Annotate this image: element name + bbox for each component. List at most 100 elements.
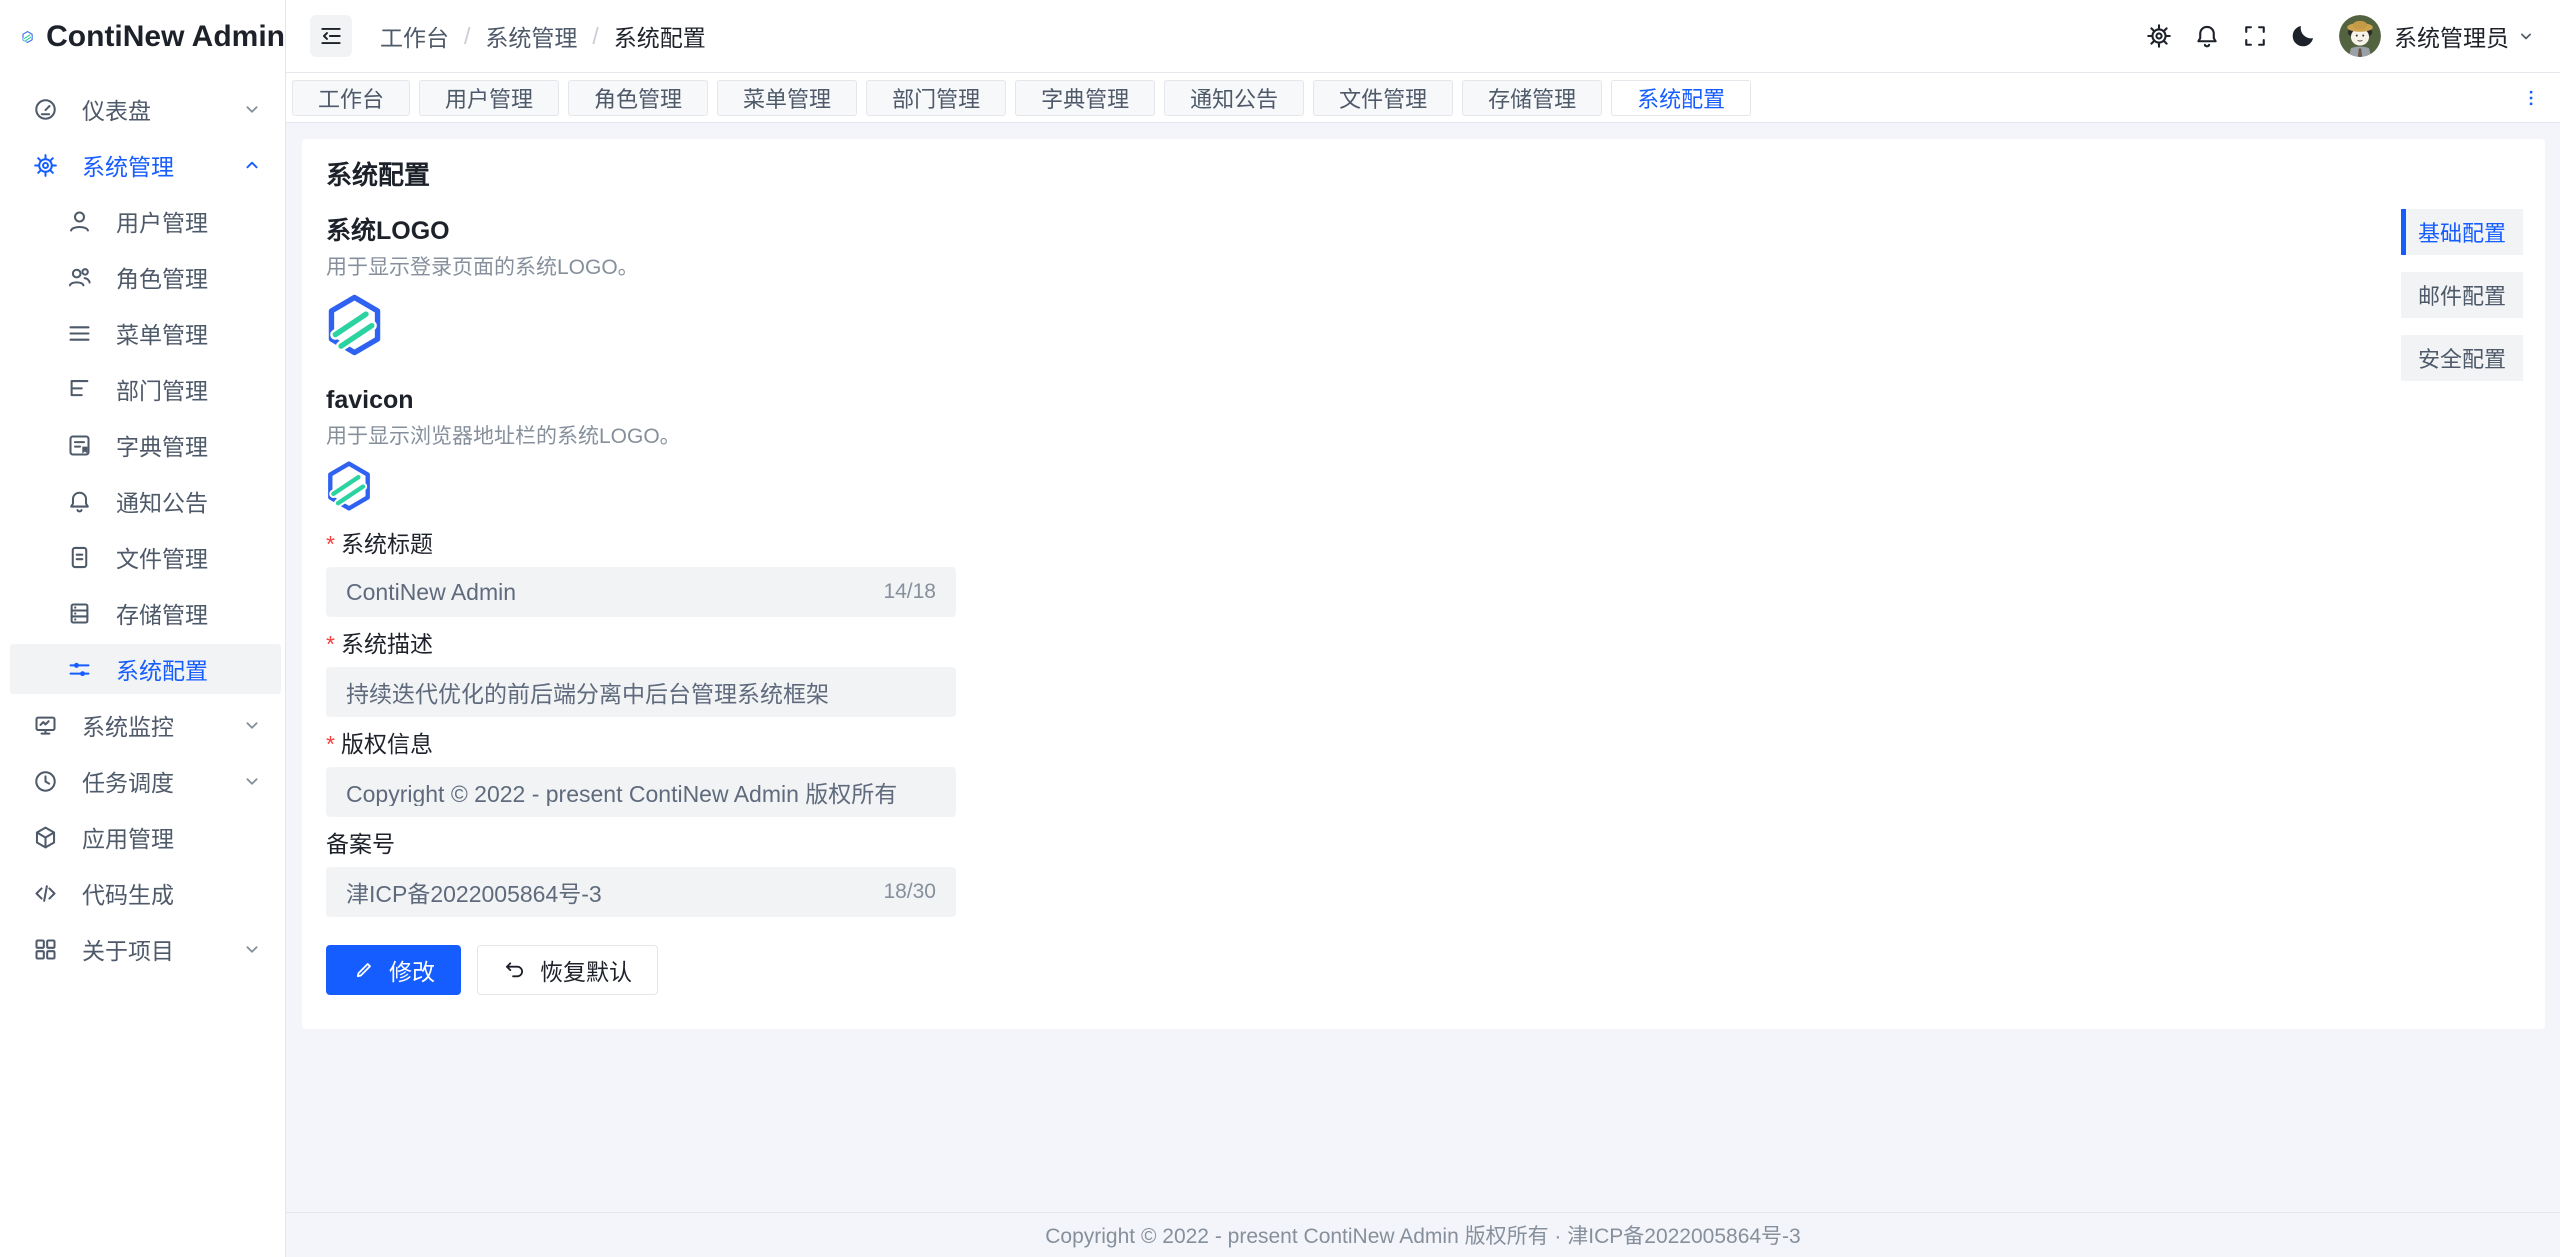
tab-dept-management[interactable]: 部门管理 [866,80,1006,116]
modify-button-label: 修改 [389,953,435,987]
sidebar-item-dept-management[interactable]: 部门管理 [0,361,285,417]
gear-icon [2145,22,2173,50]
tab-dict-management[interactable]: 字典管理 [1015,80,1155,116]
system-logo-upload[interactable] [326,293,2521,362]
favicon-upload[interactable] [326,460,2521,517]
avatar-image [2339,15,2381,57]
tab-user-management[interactable]: 用户管理 [419,80,559,116]
avatar[interactable] [2339,15,2381,57]
page-title: 系统配置 [326,161,2521,189]
breadcrumb-item[interactable]: 工作台 [380,19,449,53]
modify-button[interactable]: 修改 [326,945,461,995]
site-description-input-wrap [326,667,956,717]
section-anchor-nav: 基础配置 邮件配置 安全配置 [2401,209,2523,398]
user-icon [66,208,93,235]
clock-icon [32,768,59,795]
field-label-icp: 备案号 [326,831,956,857]
sidebar-item-role-management[interactable]: 角色管理 [0,249,285,305]
required-star: * [326,731,335,757]
site-title-input[interactable] [346,579,871,606]
sidebar-item-file-management[interactable]: 文件管理 [0,529,285,585]
sidebar-item-storage-management[interactable]: 存储管理 [0,585,285,641]
tab-label: 用户管理 [445,82,533,114]
sidebar-item-label: 菜单管理 [116,316,208,350]
tab-storage-management[interactable]: 存储管理 [1462,80,1602,116]
tab-menu-management[interactable]: 菜单管理 [717,80,857,116]
sidebar-item-label: 关于项目 [82,932,174,966]
breadcrumb-item[interactable]: 系统管理 [485,19,577,53]
sidebar-item-menu-management[interactable]: 菜单管理 [0,305,285,361]
tab-file-management[interactable]: 文件管理 [1313,80,1453,116]
chevron-down-icon [241,770,263,792]
logo-section-title: 系统LOGO [326,217,2521,245]
site-description-input[interactable] [346,679,936,706]
tab-role-management[interactable]: 角色管理 [568,80,708,116]
tab-label: 文件管理 [1339,82,1427,114]
user-name[interactable]: 系统管理员 [2394,19,2509,53]
sidebar-item-system-config[interactable]: 系统配置 [10,644,281,694]
chevron-down-icon [241,938,263,960]
sidebar-item-user-management[interactable]: 用户管理 [0,193,285,249]
tab-notice[interactable]: 通知公告 [1164,80,1304,116]
restore-default-button[interactable]: 恢复默认 [477,945,658,995]
char-counter: 14/18 [883,580,936,604]
settings-button[interactable] [2135,12,2183,60]
tab-label: 系统配置 [1637,82,1725,114]
breadcrumb-separator: / [592,23,598,50]
app-logo[interactable]: ContiNew Admin [0,0,285,73]
anchor-basic-config[interactable]: 基础配置 [2401,209,2523,255]
tab-system-config[interactable]: 系统配置 [1611,80,1751,116]
cube-icon [32,824,59,851]
anchor-mail-config[interactable]: 邮件配置 [2401,272,2523,318]
fullscreen-button[interactable] [2231,12,2279,60]
logo-section-desc: 用于显示登录页面的系统LOGO。 [326,257,2521,279]
sidebar-collapse-button[interactable] [310,15,352,57]
icp-input[interactable] [346,879,871,906]
sidebar-item-label: 系统监控 [82,708,174,742]
sidebar-item-notice[interactable]: 通知公告 [0,473,285,529]
system-logo-image [326,293,383,357]
sidebar-item-label: 角色管理 [116,260,208,294]
sidebar-item-system-monitor[interactable]: 系统监控 [0,697,285,753]
tab-bar: 工作台 用户管理 角色管理 菜单管理 部门管理 字典管理 通知公告 文件管理 存… [286,73,2560,123]
field-label-text: 备案号 [326,831,395,857]
sidebar-item-dashboard[interactable]: 仪表盘 [0,81,285,137]
sidebar-item-about-project[interactable]: 关于项目 [0,921,285,977]
sidebar: ContiNew Admin 仪表盘 系统管理 用户管理 角色管理 [0,0,286,1257]
tab-workbench[interactable]: 工作台 [292,80,410,116]
favicon-image [326,460,372,512]
main-content: 系统配置 系统LOGO 用于显示登录页面的系统LOGO。 favicon 用于显… [286,123,2560,1212]
notifications-button[interactable] [2183,12,2231,60]
sidebar-item-system-management[interactable]: 系统管理 [0,137,285,193]
menu-fold-icon [318,23,344,49]
sidebar-item-label: 仪表盘 [82,92,151,126]
menu-lines-icon [66,320,93,347]
sidebar-item-label: 系统管理 [82,148,174,182]
sidebar-item-app-management[interactable]: 应用管理 [0,809,285,865]
sidebar-item-label: 系统配置 [116,652,208,686]
pencil-icon [352,958,376,982]
tab-label: 工作台 [318,82,384,114]
tab-more-button[interactable] [2514,80,2548,116]
tab-label: 角色管理 [594,82,682,114]
bell-icon [2193,22,2221,50]
anchor-label: 邮件配置 [2418,279,2506,311]
tab-label: 存储管理 [1488,82,1576,114]
sidebar-item-dict-management[interactable]: 字典管理 [0,417,285,473]
moon-icon [2289,22,2317,50]
chevron-up-icon [241,154,263,176]
copyright-input[interactable] [346,779,936,806]
form-actions: 修改 恢复默认 [326,945,956,995]
char-counter: 18/30 [883,880,936,904]
tab-label: 菜单管理 [743,82,831,114]
sidebar-item-task-schedule[interactable]: 任务调度 [0,753,285,809]
app-root: ContiNew Admin 仪表盘 系统管理 用户管理 角色管理 [0,0,2560,1257]
chevron-down-icon[interactable] [2516,26,2536,46]
monitor-icon [32,712,59,739]
sidebar-item-code-generation[interactable]: 代码生成 [0,865,285,921]
app-logo-icon [22,14,33,60]
dark-mode-button[interactable] [2279,12,2327,60]
favicon-section-title: favicon [326,386,2521,414]
site-title-input-wrap: 14/18 [326,567,956,617]
anchor-security-config[interactable]: 安全配置 [2401,335,2523,381]
